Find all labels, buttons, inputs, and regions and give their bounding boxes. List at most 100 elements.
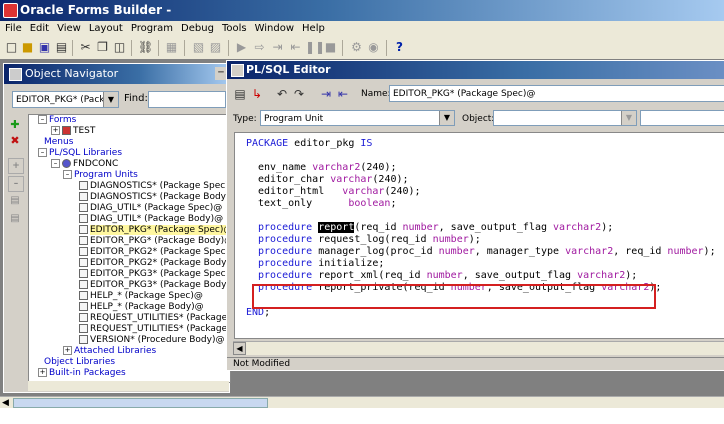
tree-node-program-unit-selected[interactable]: EDITOR_PKG* (Package Spec)@ [79,225,230,236]
outdent-icon[interactable]: ⇤ [335,87,351,102]
go-to-error-icon[interactable]: ↳ [249,87,265,102]
chevron-down-icon[interactable]: ▼ [621,111,636,125]
delete-icon[interactable]: ▧ [191,40,206,55]
save-icon[interactable]: ▣ [37,40,52,55]
navigator-window-icon [9,68,22,81]
help-icon[interactable]: ? [392,40,407,55]
tree-node-plsql-libraries[interactable]: – PL/SQL Libraries [38,148,122,159]
tree-node-program-unit[interactable]: REQUEST_UTILITIES* (Package Bod [79,324,230,335]
tree-node-program-unit[interactable]: VERSION* (Procedure Body)@ [79,335,224,346]
expand-icon[interactable]: + [51,126,60,135]
program-unit-icon [79,247,88,256]
debug-icon[interactable]: ⚙ [349,40,364,55]
tree-node-program-unit[interactable]: REQUEST_UTILITIES* (Package Spe [79,313,230,324]
scroll-left-icon[interactable]: ◀ [233,342,246,355]
tree-node-built-in-packages[interactable]: + Built-in Packages [38,368,126,379]
menu-layout[interactable]: Layout [85,21,127,37]
compile-icon[interactable]: ▤ [232,87,248,102]
program-unit-icon [79,258,88,267]
tree-node-attached-libraries[interactable]: + Attached Libraries [63,346,156,357]
collapse-all-icon[interactable]: ▤ [8,212,22,226]
tree-node-program-unit[interactable]: HELP_* (Package Body)@ [79,302,204,313]
collapse-icon[interactable]: – [8,176,24,192]
object-select[interactable]: ▼ [493,110,637,126]
tree-node-program-unit[interactable]: EDITOR_PKG3* (Package Body)@ [79,280,230,291]
chevron-down-icon[interactable]: ▼ [439,111,454,125]
tree-node-program-unit[interactable]: DIAG_UTIL* (Package Spec)@ [79,203,222,214]
print-icon[interactable]: ▤ [54,40,69,55]
expand-all-icon[interactable]: ▤ [8,194,22,208]
properties-icon[interactable]: ▨ [208,40,223,55]
menu-window[interactable]: Window [251,21,298,37]
delete-icon[interactable]: ✖ [8,134,22,148]
step-into-icon[interactable]: ⇨ [252,40,267,55]
name-field[interactable]: EDITOR_PKG* (Package Spec)@ [389,85,724,102]
tree-node-program-units[interactable]: – Program Units [63,170,138,181]
menu-view[interactable]: View [53,21,85,37]
tree-node-program-unit[interactable]: DIAGNOSTICS* (Package Spec)@ [79,181,230,192]
program-unit-icon [79,192,88,201]
undo-icon[interactable]: ↶ [274,87,290,102]
menu-debug[interactable]: Debug [177,21,218,37]
new-icon[interactable]: □ [4,40,19,55]
navigator-horizontal-scrollbar[interactable] [28,381,229,391]
tree-node-program-unit[interactable]: EDITOR_PKG3* (Package Spec)@ [79,269,230,280]
compile-icon[interactable]: ⛓ [138,40,153,55]
menu-edit[interactable]: Edit [26,21,53,37]
type-select[interactable]: Program Unit ▼ [260,110,455,126]
run-icon[interactable]: ▶ [234,40,249,55]
code-line: editor_char varchar(240); [258,174,409,185]
navigator-context-combo[interactable]: EDITOR_PKG* (Packag ▼ [12,91,119,108]
plsql-editor-window: PL/SQL Editor ▤ ↳ ↶ ↷ ⇥ ⇤ Name: EDITOR_P… [226,60,724,371]
expand-icon[interactable]: + [8,158,24,174]
layout-icon[interactable]: ▦ [164,40,179,55]
navigator-title-bar[interactable]: Object Navigator ─ [4,64,229,84]
menu-help[interactable]: Help [298,21,329,37]
find-input[interactable] [148,91,226,108]
tree-node-program-unit[interactable]: DIAGNOSTICS* (Package Body)@ [79,192,230,203]
selected-text: report [318,222,355,233]
cut-icon[interactable]: ✂ [78,40,93,55]
collapse-icon[interactable]: – [63,170,72,179]
editor-horizontal-scrollbar[interactable]: ◀ [233,341,724,355]
tree-node-program-unit[interactable]: DIAG_UTIL* (Package Body)@ [79,214,223,225]
code-line: PACKAGE editor_pkg IS [246,138,373,149]
tree-node-program-unit[interactable]: EDITOR_PKG2* (Package Spec)@ [79,247,230,258]
tree-node-fndconc[interactable]: – FNDCONC [51,159,118,170]
tree-node-menus[interactable]: Menus [44,137,73,148]
object-subselect[interactable] [640,110,724,126]
tree-node-test[interactable]: + TEST [51,126,95,137]
code-editor[interactable]: PACKAGE editor_pkg IS env_name varchar2(… [234,132,724,339]
tree-node-program-unit[interactable]: EDITOR_PKG* (Package Body)@ [79,236,230,247]
paste-icon[interactable]: ◫ [112,40,127,55]
menu-program[interactable]: Program [127,21,177,37]
chevron-down-icon[interactable]: ▼ [103,92,118,107]
step-out-icon[interactable]: ⇤ [288,40,303,55]
menu-tools[interactable]: Tools [218,21,251,37]
breakpoint-icon[interactable]: ◉ [366,40,381,55]
tree-node-program-unit[interactable]: EDITOR_PKG2* (Package Body)@ [79,258,230,269]
program-unit-icon [79,291,88,300]
menu-bar: File Edit View Layout Program Debug Tools Windo… [0,21,724,37]
program-unit-icon [79,324,88,333]
copy-icon[interactable]: ❐ [95,40,110,55]
collapse-icon[interactable]: – [51,159,60,168]
tree-node-object-libraries[interactable]: Object Libraries [44,357,115,368]
title-bar: Oracle Forms Builder - [0,0,724,21]
open-icon[interactable]: ■ [20,40,35,55]
tree-node-forms[interactable]: – Forms [38,115,76,126]
redo-icon[interactable]: ↷ [291,87,307,102]
pause-icon[interactable]: ❚❚ [305,40,325,55]
step-over-icon[interactable]: ⇥ [270,40,285,55]
editor-title-bar[interactable]: PL/SQL Editor [227,61,724,79]
menu-file[interactable]: File [0,21,26,37]
create-icon[interactable]: ✚ [8,118,22,132]
expand-icon[interactable]: + [63,346,72,355]
scrollbar-thumb[interactable] [13,398,268,408]
tree-node-program-unit[interactable]: HELP_* (Package Spec)@ [79,291,203,302]
stop-icon[interactable]: ■ [323,40,338,55]
expand-icon[interactable]: + [38,368,47,377]
collapse-icon[interactable]: – [38,148,47,157]
indent-icon[interactable]: ⇥ [318,87,334,102]
collapse-icon[interactable]: – [38,115,47,124]
